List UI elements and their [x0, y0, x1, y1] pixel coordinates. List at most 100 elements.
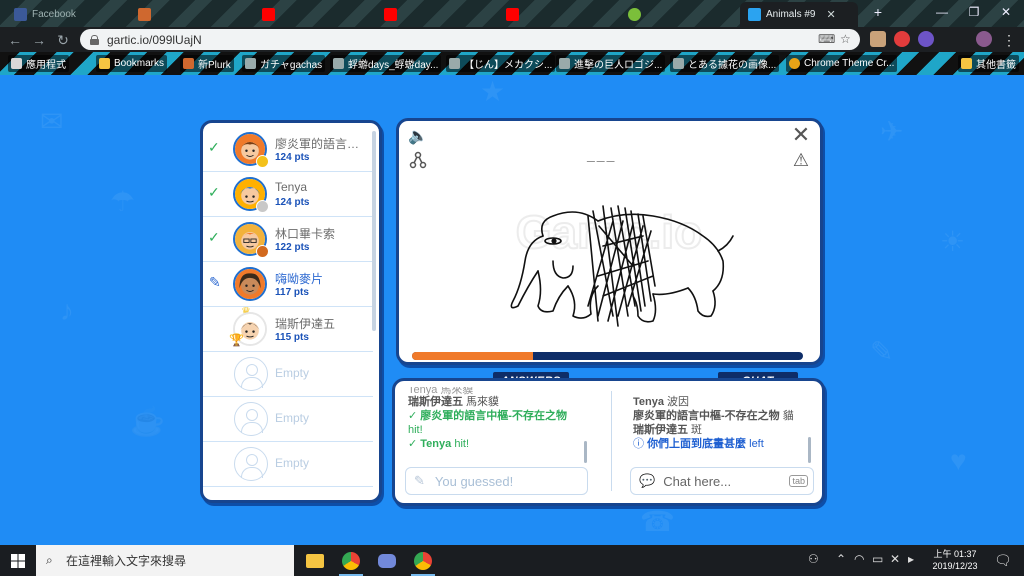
battery-icon[interactable]: ▭ [872, 552, 883, 566]
bookmark-label: 其他書籤 [976, 60, 1016, 71]
chrome-taskbar-icon[interactable] [408, 548, 438, 576]
bookmark-item[interactable]: 【じん】メカクシ... [446, 55, 556, 72]
bluetooth-icon[interactable]: ✕ [890, 552, 900, 566]
bookmark-label: Chrome Theme Cr... [804, 58, 895, 69]
tab-youtube-3[interactable] [498, 3, 616, 25]
chrome-taskbar-icon[interactable] [336, 548, 366, 576]
bookmark-item[interactable]: 新Plurk [180, 55, 234, 72]
extension-icon[interactable] [870, 31, 886, 47]
minimize-button[interactable]: — [926, 0, 958, 24]
tab-plurk[interactable] [130, 3, 248, 25]
tab-other[interactable] [620, 3, 738, 25]
player-name: 林口畢卡索 [275, 227, 336, 241]
player-row[interactable]: ✓ Tenya 124 pts [203, 172, 373, 217]
tab-icon [628, 7, 641, 21]
plurk-icon [183, 58, 194, 69]
wifi-icon[interactable]: ◠ [854, 552, 864, 566]
player-row-host[interactable]: ♛ 🏆 瑞斯伊達五 115 pts [203, 306, 373, 352]
restore-button[interactable]: ❐ [958, 0, 990, 24]
player-points: 124 pts [275, 152, 310, 163]
translate-icon[interactable]: ⌨ [818, 32, 835, 46]
bookmark-item[interactable]: Chrome Theme Cr... [786, 55, 898, 72]
bookmark-item[interactable]: Bookmarks [96, 55, 168, 72]
bookmark-label: 新Plurk [198, 60, 231, 71]
timer-fill [412, 352, 534, 360]
page-icon [245, 58, 256, 69]
message-author: 你們上面到底畫甚麼 [647, 438, 747, 450]
bookmark-item[interactable]: 應用程式 [8, 55, 69, 72]
answer-input[interactable]: ✎ You guessed! [405, 467, 588, 495]
url-text: gartic.io/099lUajN [107, 32, 202, 47]
empty-slot: Empty [203, 352, 373, 397]
search-icon: ⌕ [46, 553, 53, 567]
start-button[interactable] [0, 545, 36, 576]
bookmark-item[interactable]: とある據花の画像... [670, 55, 780, 72]
folder-icon [99, 58, 110, 69]
bookmark-label: Bookmarks [114, 58, 165, 69]
chat-message: Tenya 波因 [633, 395, 813, 409]
answer-hit-message: ✓ Tenya hit! [408, 437, 603, 451]
new-tab-button[interactable]: + [862, 0, 894, 24]
close-tab-icon[interactable]: ✕ [826, 8, 835, 21]
bookmark-item[interactable]: 其他書籤 [958, 55, 1019, 72]
tab-youtube-1[interactable] [254, 3, 372, 25]
tab-gartic[interactable]: Animals #9 ✕ [740, 2, 858, 27]
answer-hit-message: hit! [408, 423, 603, 437]
chat-info-message: ⓘ 你們上面到底畫甚麼 left [633, 437, 813, 451]
volume-icon[interactable]: ▸ [908, 552, 914, 566]
extension-icon[interactable] [894, 31, 910, 47]
browser-tab-strip: Facebook Animals #9 ✕ + — ❐ ✕ [0, 0, 1024, 27]
check-icon: ✓ [208, 139, 220, 155]
player-row-drawing[interactable]: ✎ 嗨呦麥片 117 pts [203, 262, 373, 307]
answer-hit-message: ✓ 廖炎軍的語言中樞-不存在之物 [408, 409, 603, 423]
message-author: Tenya [420, 438, 452, 450]
star-icon[interactable]: ☆ [840, 32, 851, 46]
reload-button[interactable]: ↻ [54, 31, 72, 49]
notification-icon[interactable]: 🗨 [994, 552, 1012, 569]
silver-medal-icon [256, 200, 269, 213]
people-icon[interactable]: ⚇ [808, 552, 819, 566]
chat-input[interactable]: 💬 Chat here... tab [630, 467, 814, 495]
check-icon: ✓ [208, 229, 220, 245]
address-bar[interactable]: gartic.io/099lUajN ⌨ ☆ [80, 29, 860, 50]
bookmark-item[interactable]: 蜉蝣days_蜉蝣day... [330, 55, 442, 72]
taskbar-search[interactable]: ⌕ 在這裡輸入文字來搜尋 [36, 545, 294, 576]
chevron-up-icon[interactable]: ⌃ [836, 552, 846, 566]
message-author: Tenya [633, 396, 664, 408]
bookmark-item[interactable]: ガチャgachas [242, 55, 326, 72]
tab-youtube-2[interactable] [376, 3, 494, 25]
youtube-icon [384, 7, 397, 21]
message-text: 波因 [663, 396, 690, 408]
discord-icon[interactable] [372, 548, 402, 573]
player-row[interactable]: ✓ 廖炎軍的語言中樞-不存在之物 124 pts [203, 127, 373, 172]
page-icon [559, 58, 570, 69]
bookmark-item[interactable]: 進擊の巨人ロゴジ... [556, 55, 666, 72]
chat-list: Tenya 波因 廖炎軍的語言中樞-不存在之物 貓 瑞斯伊達五 斑 ⓘ 你們上面… [633, 387, 813, 451]
player-row[interactable]: ✓ 林口畢卡索 122 pts [203, 217, 373, 262]
windows-logo-icon [11, 553, 25, 568]
facebook-icon [14, 7, 27, 21]
message-text: 馬來貘 [463, 396, 500, 408]
players-scrollbar[interactable] [372, 131, 376, 331]
forward-button[interactable]: → [30, 31, 48, 49]
search-placeholder: 在這裡輸入文字來搜尋 [66, 554, 187, 568]
drawing-canvas[interactable]: Gartic.io [413, 166, 808, 346]
answers-scrollbar[interactable] [584, 441, 587, 463]
extension-icon[interactable] [918, 31, 934, 47]
sound-icon[interactable]: 🔈 [407, 125, 429, 147]
menu-icon[interactable]: ⋮ [1000, 31, 1018, 49]
profile-avatar[interactable] [976, 31, 992, 47]
close-icon[interactable]: ✕ [790, 122, 812, 147]
empty-label: Empty [275, 411, 310, 425]
game-area: ✉ ☂ ♪ ☕ ✈ ☀ ✎ ♥ ★ ☎ ✓ 廖炎軍的語言中樞-不存在之物 124… [0, 75, 1024, 545]
file-explorer-icon[interactable] [300, 548, 330, 573]
empty-avatar-icon [234, 357, 268, 391]
tab-facebook[interactable]: Facebook [6, 3, 124, 25]
answer-message-partial: Tenya 馬來貘 [408, 387, 474, 395]
taskbar-clock[interactable]: 上午 01:37 2019/12/23 [920, 548, 990, 572]
back-button[interactable]: ← [6, 31, 24, 49]
close-window-button[interactable]: ✕ [990, 0, 1022, 24]
chat-scrollbar[interactable] [808, 437, 811, 463]
empty-label: Empty [275, 366, 310, 380]
message-text: 斑 [688, 424, 703, 436]
